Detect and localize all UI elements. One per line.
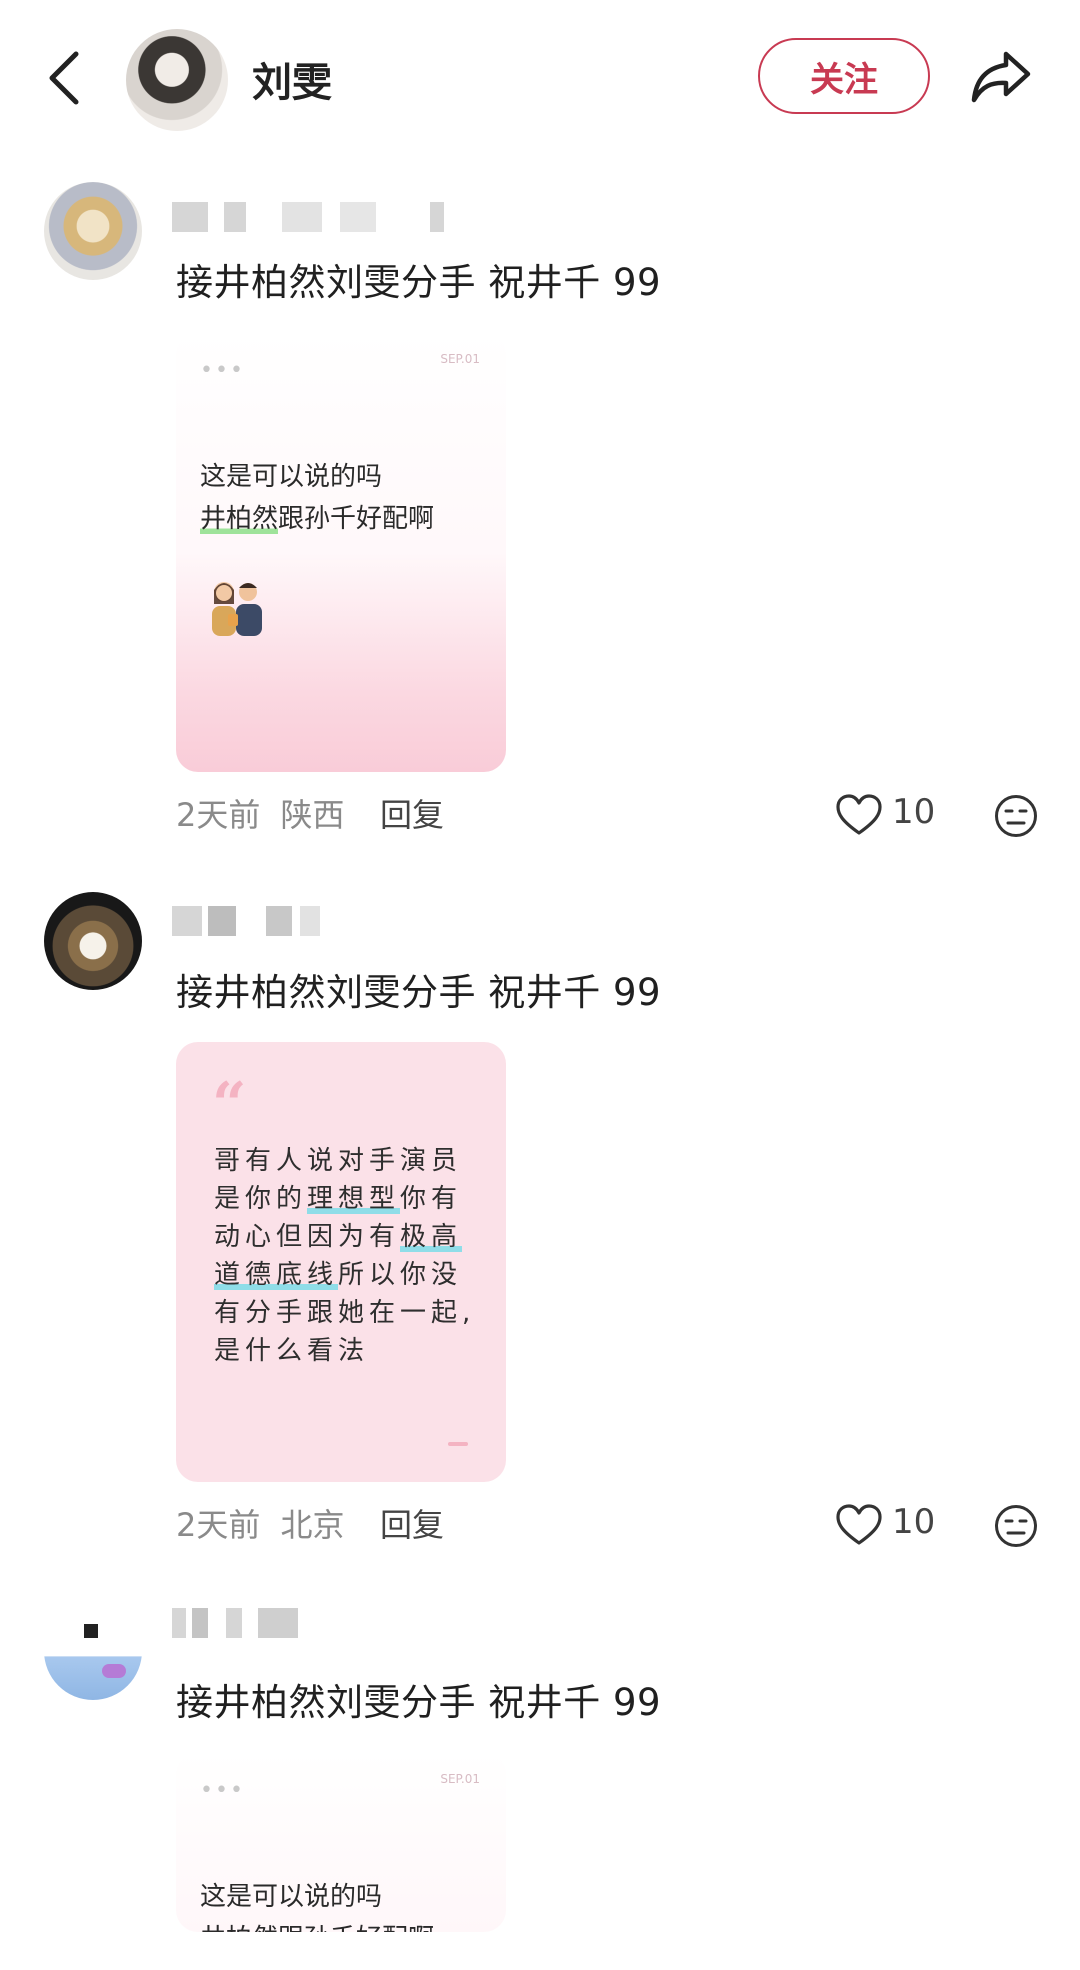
- avatar[interactable]: [126, 29, 228, 131]
- comment-meta: 2天前 北京: [176, 1500, 345, 1546]
- commenter-name-blurred: [172, 906, 462, 940]
- comment-location: 北京: [280, 1506, 345, 1544]
- card-line-2: 井柏然跟孙千好配啊: [200, 498, 434, 535]
- card-stamp: SEP.01: [440, 1772, 480, 1786]
- quote-segment: 你有: [400, 1184, 463, 1214]
- card-stamp: SEP.01: [440, 352, 480, 366]
- quote-line: 是什么看法: [214, 1336, 370, 1366]
- card-line-1: 这是可以说的吗: [200, 462, 383, 492]
- card-dash: [448, 1442, 468, 1446]
- avatar-detail: [102, 1664, 126, 1678]
- comment-image-card[interactable]: ••• SEP.01 这是可以说的吗 井柏然跟孙千好配啊: [176, 332, 506, 772]
- quote-highlight: 道德底线: [214, 1260, 339, 1290]
- commenter-avatar[interactable]: [44, 892, 142, 990]
- comment-time: 2天前: [176, 796, 261, 834]
- comment-image-card[interactable]: ••• SEP.01 这是可以说的吗 井柏然跟孙千好配啊: [176, 1752, 506, 1932]
- quote-text: 哥有人说对手演员 是你的理想型你有 动心但因为有极高 道德底线所以你没 有分手跟…: [214, 1142, 482, 1370]
- card-highlight: 井柏然: [200, 504, 279, 534]
- quote-line: 道德底线所以你没: [214, 1256, 482, 1294]
- comment-meta: 2天前 陕西: [176, 790, 345, 836]
- share-icon[interactable]: [970, 48, 1032, 104]
- card-line-1: 这是可以说的吗: [200, 1882, 383, 1912]
- avatar-detail: [84, 1624, 98, 1638]
- follow-button[interactable]: 关注: [758, 38, 930, 114]
- heart-icon[interactable]: [836, 1504, 882, 1546]
- reply-button[interactable]: 回复: [380, 790, 444, 836]
- quote-line: 哥有人说对手演员: [214, 1146, 463, 1176]
- quote-highlight: 极高: [400, 1222, 463, 1252]
- quote-mark-icon: “: [212, 1070, 247, 1140]
- like-count: 10: [892, 792, 936, 832]
- quote-segment: 是你的: [214, 1184, 308, 1214]
- commenter-avatar[interactable]: [44, 1602, 142, 1700]
- card-line-2-rest: 跟孙千好配啊: [278, 504, 435, 534]
- quote-line: 是你的理想型你有: [214, 1180, 482, 1218]
- quote-highlight: 理想型: [307, 1184, 401, 1214]
- comment-image-card[interactable]: “ 哥有人说对手演员 是你的理想型你有 动心但因为有极高 道德底线所以你没 有分…: [176, 1042, 506, 1482]
- meh-face-icon[interactable]: [994, 1504, 1038, 1548]
- comment-text: 接井柏然刘雯分手 祝井千 99: [176, 971, 662, 1014]
- quote-segment: 所以你没: [338, 1260, 463, 1290]
- couple-emoji-icon: [212, 582, 262, 636]
- comment-text: 接井柏然刘雯分手 祝井千 99: [176, 1681, 662, 1724]
- commenter-name-blurred: [172, 1608, 462, 1642]
- meh-face-icon[interactable]: [994, 794, 1038, 838]
- comment-time: 2天前: [176, 1506, 261, 1544]
- back-arrow-icon[interactable]: [40, 48, 90, 108]
- quote-line: 有分手跟她在一起,: [214, 1298, 476, 1328]
- page-title[interactable]: 刘雯: [252, 50, 332, 108]
- reply-button[interactable]: 回复: [380, 1500, 444, 1546]
- comment-text: 接井柏然刘雯分手 祝井千 99: [176, 261, 662, 304]
- commenter-name-blurred: [172, 202, 462, 236]
- card-dots: •••: [200, 1778, 245, 1803]
- heart-icon[interactable]: [836, 794, 882, 836]
- quote-segment: 动心但因为有: [214, 1222, 401, 1252]
- card-dots: •••: [200, 358, 245, 383]
- comment-location: 陕西: [280, 796, 345, 834]
- like-count: 10: [892, 1502, 936, 1542]
- quote-line: 动心但因为有极高: [214, 1218, 482, 1256]
- card-line-2: 井柏然跟孙千好配啊: [200, 1918, 434, 1932]
- commenter-avatar[interactable]: [44, 182, 142, 280]
